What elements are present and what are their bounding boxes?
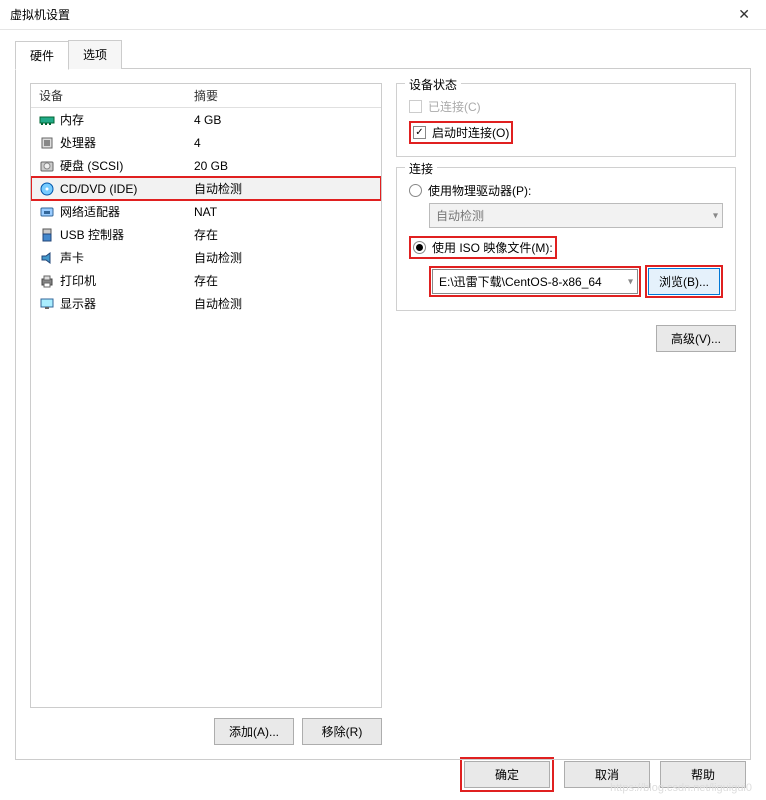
tab-options[interactable]: 选项 xyxy=(68,40,122,69)
use-iso-radio[interactable] xyxy=(413,241,426,254)
device-status-group: 设备状态 已连接(C) ✓ 启动时连接(O) xyxy=(396,83,736,157)
header-summary: 摘要 xyxy=(194,87,373,104)
advanced-button[interactable]: 高级(V)... xyxy=(656,325,736,352)
detail-pane: 设备状态 已连接(C) ✓ 启动时连接(O) 连接 使用物理驱动器(P): 自动… xyxy=(396,83,736,745)
physical-drive-value: 自动检测 xyxy=(436,209,484,223)
header-device: 设备 xyxy=(39,87,194,104)
connection-group: 连接 使用物理驱动器(P): 自动检测 ▾ 使用 ISO 映像文件(M): xyxy=(396,167,736,311)
ok-button[interactable]: 确定 xyxy=(464,761,550,788)
hw-row-display[interactable]: 显示器 自动检测 xyxy=(31,292,381,315)
hw-name: 打印机 xyxy=(60,272,96,289)
hw-row-usb[interactable]: USB 控制器 存在 xyxy=(31,223,381,246)
use-iso-label: 使用 ISO 映像文件(M): xyxy=(432,239,553,256)
printer-icon xyxy=(39,273,55,289)
chevron-down-icon[interactable]: ▾ xyxy=(628,276,633,287)
hardware-list-header: 设备 摘要 xyxy=(31,84,381,108)
hw-summary: 4 GB xyxy=(194,113,373,127)
hw-name: 网络适配器 xyxy=(60,203,120,220)
window-title: 虚拟机设置 xyxy=(10,6,732,23)
hw-summary: 存在 xyxy=(194,272,373,289)
connected-label: 已连接(C) xyxy=(428,98,481,115)
usb-icon xyxy=(39,227,55,243)
watermark: https://blog.csdn.net/liguigui0 xyxy=(610,782,752,794)
hardware-buttons: 添加(A)... 移除(R) xyxy=(30,718,382,745)
hw-row-disk[interactable]: 硬盘 (SCSI) 20 GB xyxy=(31,154,381,177)
titlebar: 虚拟机设置 ✕ xyxy=(0,0,766,30)
hw-name: 声卡 xyxy=(60,249,84,266)
hw-name: 内存 xyxy=(60,111,84,128)
hw-summary: 存在 xyxy=(194,226,373,243)
hardware-list[interactable]: 设备 摘要 内存 4 GB 处理器 xyxy=(30,83,382,708)
hw-row-cpu[interactable]: 处理器 4 xyxy=(31,131,381,154)
network-icon xyxy=(39,204,55,220)
tab-hardware[interactable]: 硬件 xyxy=(15,41,69,70)
hw-summary: 自动检测 xyxy=(194,295,373,312)
connect-on-power-checkbox[interactable]: ✓ xyxy=(413,126,426,139)
connected-checkbox xyxy=(409,100,422,113)
hw-summary: 4 xyxy=(194,136,373,150)
connection-legend: 连接 xyxy=(405,160,437,177)
display-icon xyxy=(39,296,55,312)
hw-row-network[interactable]: 网络适配器 NAT xyxy=(31,200,381,223)
browse-button[interactable]: 浏览(B)... xyxy=(648,268,720,295)
hw-summary: 自动检测 xyxy=(194,249,373,266)
iso-path-value: E:\迅雷下载\CentOS-8-x86_64 xyxy=(439,275,602,289)
hw-row-cddvd[interactable]: CD/DVD (IDE) 自动检测 xyxy=(31,177,381,200)
add-button[interactable]: 添加(A)... xyxy=(214,718,294,745)
iso-path-combo[interactable]: E:\迅雷下载\CentOS-8-x86_64 ▾ xyxy=(432,269,638,294)
use-physical-radio[interactable] xyxy=(409,184,422,197)
connect-on-power-label: 启动时连接(O) xyxy=(432,124,509,141)
hw-row-printer[interactable]: 打印机 存在 xyxy=(31,269,381,292)
hw-name: USB 控制器 xyxy=(60,226,124,243)
memory-icon xyxy=(39,112,55,128)
disk-icon xyxy=(39,158,55,174)
hw-name: 显示器 xyxy=(60,295,96,312)
physical-drive-combo: 自动检测 ▾ xyxy=(429,203,723,228)
use-physical-label: 使用物理驱动器(P): xyxy=(428,182,531,199)
device-status-legend: 设备状态 xyxy=(405,76,461,93)
chevron-down-icon: ▾ xyxy=(713,210,718,221)
disc-icon xyxy=(39,181,55,197)
hardware-pane: 设备 摘要 内存 4 GB 处理器 xyxy=(30,83,382,745)
tabs: 硬件 选项 xyxy=(15,40,766,69)
hw-name: 硬盘 (SCSI) xyxy=(60,157,123,174)
hw-summary: 20 GB xyxy=(194,159,373,173)
remove-button[interactable]: 移除(R) xyxy=(302,718,382,745)
hw-row-memory[interactable]: 内存 4 GB xyxy=(31,108,381,131)
cpu-icon xyxy=(39,135,55,151)
hw-row-sound[interactable]: 声卡 自动检测 xyxy=(31,246,381,269)
hw-name: CD/DVD (IDE) xyxy=(60,182,137,196)
hw-summary: NAT xyxy=(194,205,373,219)
hw-summary: 自动检测 xyxy=(194,180,373,197)
connected-checkbox-row: 已连接(C) xyxy=(409,98,723,115)
close-icon[interactable]: ✕ xyxy=(732,6,756,23)
use-physical-row[interactable]: 使用物理驱动器(P): xyxy=(409,182,723,199)
sound-icon xyxy=(39,250,55,266)
hw-name: 处理器 xyxy=(60,134,96,151)
main-panel: 设备 摘要 内存 4 GB 处理器 xyxy=(15,68,751,760)
